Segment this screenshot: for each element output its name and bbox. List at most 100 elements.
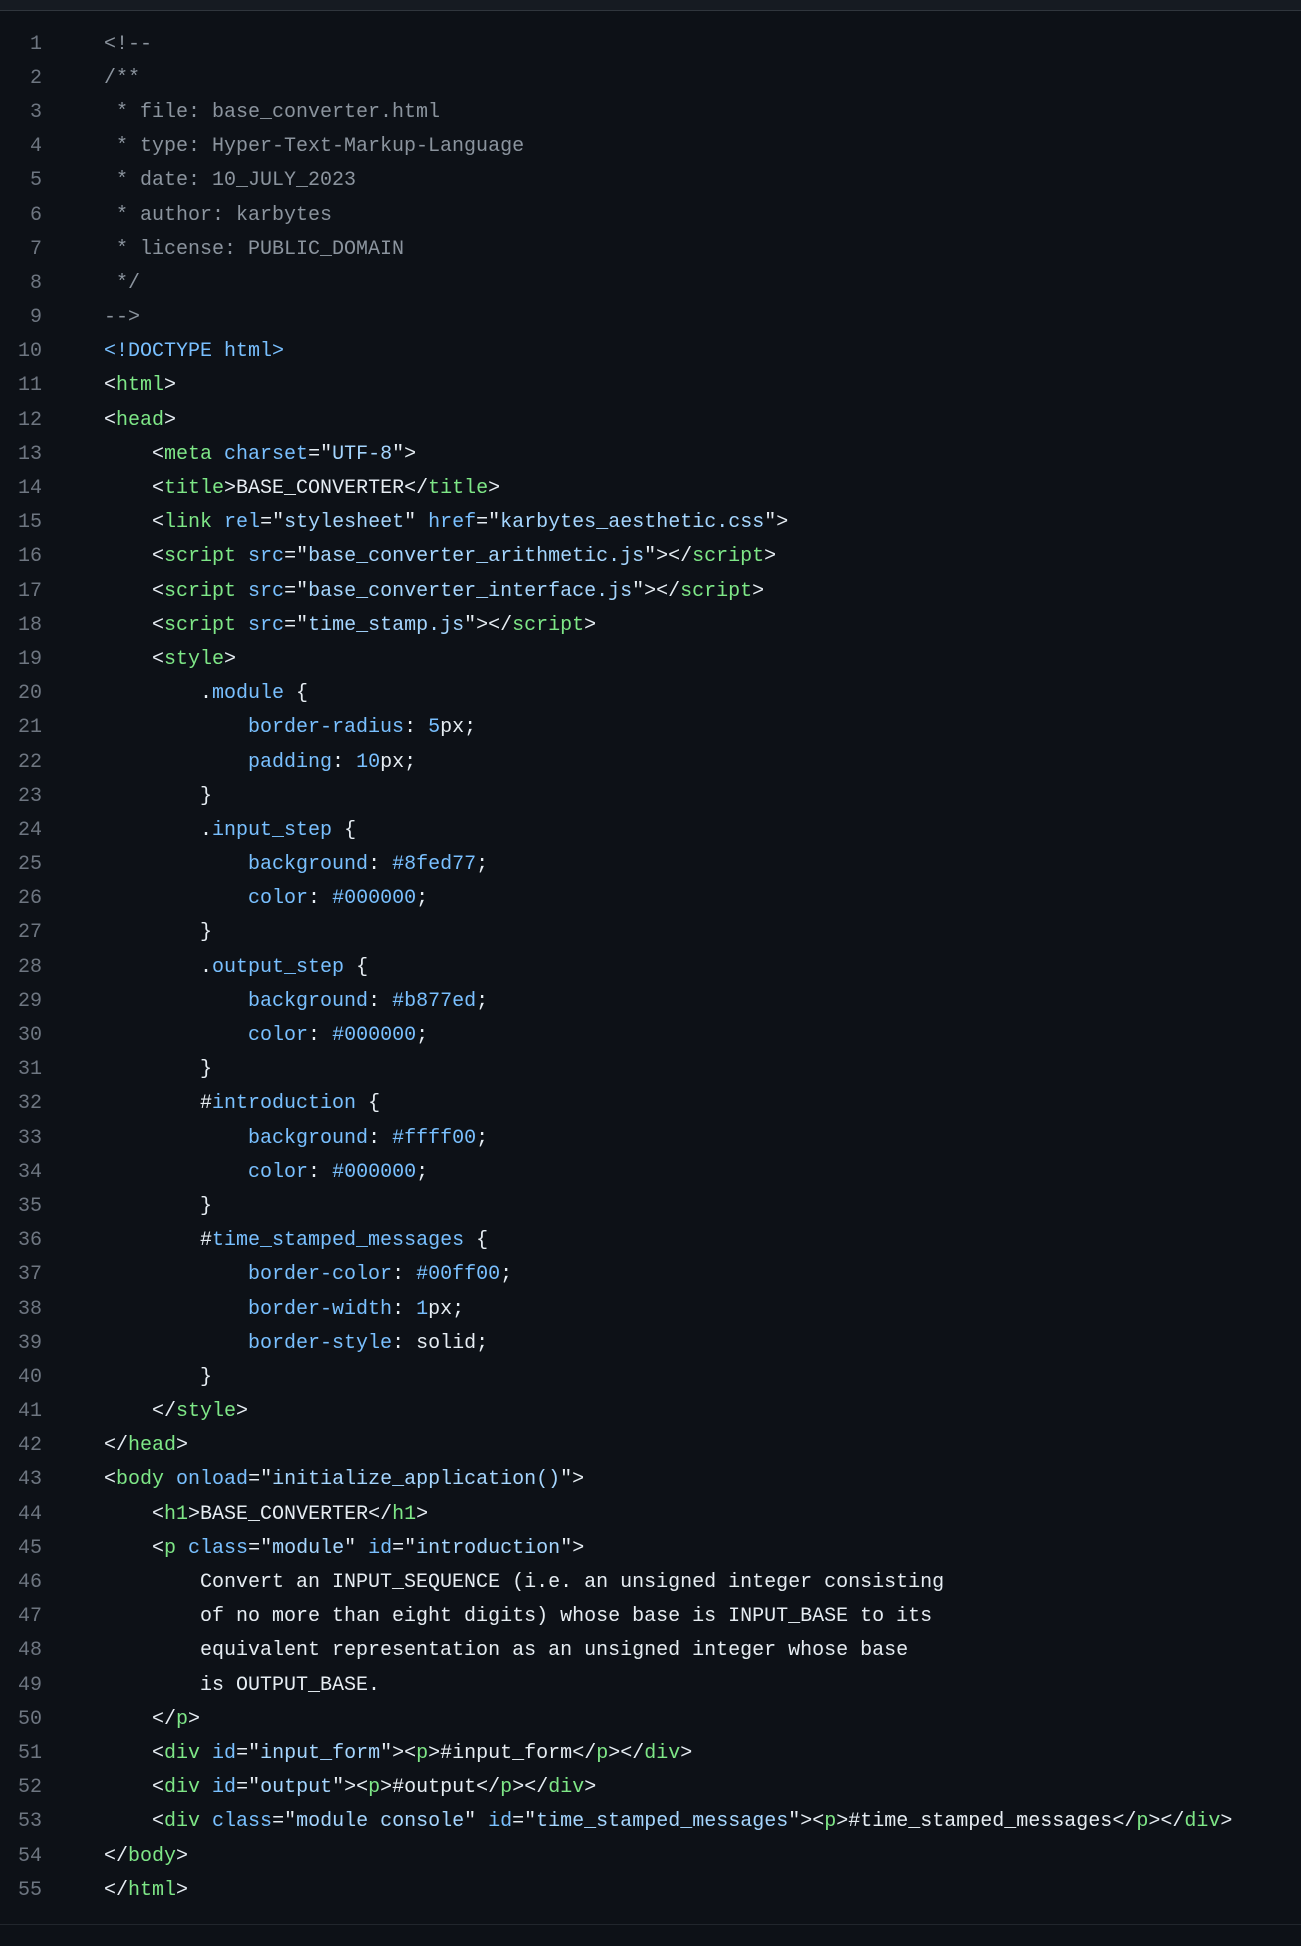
code-line[interactable]: 21 border-radius: 5px;	[0, 711, 1301, 745]
code-line[interactable]: 13 <meta charset="UTF-8">	[0, 437, 1301, 471]
code-token-punc: :	[368, 989, 393, 1013]
code-token-text: #input_form	[440, 1741, 573, 1765]
code-line[interactable]: 22 padding: 10px;	[0, 745, 1301, 779]
code-line[interactable]: 3 * file: base_converter.html	[0, 95, 1301, 129]
code-line[interactable]: 42 </head>	[0, 1429, 1301, 1463]
code-line[interactable]: 7 * license: PUBLIC_DOMAIN	[0, 232, 1301, 266]
code-line[interactable]: 36 #time_stamped_messages {	[0, 1224, 1301, 1258]
code-line[interactable]: 55 </html>	[0, 1873, 1301, 1907]
line-code: <style>	[42, 648, 236, 671]
code-token-tag: script	[164, 545, 237, 569]
code-line[interactable]: 43 <body onload="initialize_application()…	[0, 1463, 1301, 1497]
line-code: border-width: 1px;	[42, 1298, 464, 1321]
line-code: </p>	[42, 1708, 200, 1731]
code-line[interactable]: 32 #introduction {	[0, 1087, 1301, 1121]
code-line[interactable]: 24 .input_step {	[0, 813, 1301, 847]
code-line[interactable]: 53 <div class="module console" id="time_…	[0, 1805, 1301, 1839]
line-code: <link rel="stylesheet" href="karbytes_ae…	[42, 511, 788, 534]
code-line[interactable]: 17 <script src="base_converter_interface…	[0, 574, 1301, 608]
code-line[interactable]: 19 <style>	[0, 642, 1301, 676]
line-number: 15	[17, 511, 42, 535]
code-line[interactable]: 33 background: #ffff00;	[0, 1121, 1301, 1155]
code-line[interactable]: 26 color: #000000;	[0, 882, 1301, 916]
code-line[interactable]: 15 <link rel="stylesheet" href="karbytes…	[0, 506, 1301, 540]
code-token-text: of no more than eight digits) whose base…	[104, 1605, 933, 1629]
code-token-tag: title	[164, 477, 225, 501]
line-number: 7	[29, 237, 42, 261]
line-code: #time_stamped_messages {	[42, 1229, 488, 1252]
line-code: background: #b877ed;	[42, 990, 488, 1013]
code-token-punc: ;	[416, 887, 429, 911]
code-token-tag: p	[596, 1741, 609, 1765]
code-line[interactable]: 27 }	[0, 916, 1301, 950]
code-line[interactable]: 46 Convert an INPUT_SEQUENCE (i.e. an un…	[0, 1565, 1301, 1599]
code-token-attr: class	[188, 1536, 249, 1560]
code-token-punc: >	[164, 374, 177, 398]
code-token-punc: "><	[380, 1741, 417, 1765]
code-token-punc: >	[176, 1878, 189, 1902]
code-token-punc: }	[104, 784, 213, 808]
code-line[interactable]: 20 .module {	[0, 677, 1301, 711]
code-line[interactable]: 1 <!--	[0, 27, 1301, 61]
line-number: 37	[17, 1263, 42, 1287]
code-token-sel: input_step	[212, 818, 333, 842]
code-token-punc: <	[104, 408, 117, 432]
code-token-punc: .	[104, 818, 213, 842]
code-line[interactable]: 41 </style>	[0, 1395, 1301, 1429]
code-line[interactable]: 18 <script src="time_stamp.js"></script>	[0, 608, 1301, 642]
code-line[interactable]: 10 <!DOCTYPE html>	[0, 335, 1301, 369]
code-line[interactable]: 38 border-width: 1px;	[0, 1292, 1301, 1326]
code-line[interactable]: 40 }	[0, 1360, 1301, 1394]
code-line[interactable]: 6 * author: karbytes	[0, 198, 1301, 232]
code-line[interactable]: 14 <title>BASE_CONVERTER</title>	[0, 471, 1301, 505]
code-viewer[interactable]: 1 <!-- 2/** 3 * file: base_converter.html 4 …	[0, 11, 1301, 1908]
code-line[interactable]: 5 * date: 10_JULY_2023	[0, 164, 1301, 198]
code-line[interactable]: 51 <div id="input_form"><p>#input_form</…	[0, 1736, 1301, 1770]
code-line[interactable]: 31 }	[0, 1053, 1301, 1087]
code-line[interactable]: 50 </p>	[0, 1702, 1301, 1736]
code-line[interactable]: 47 of no more than eight digits) whose b…	[0, 1600, 1301, 1634]
code-line[interactable]: 44 <h1>BASE_CONVERTER</h1>	[0, 1497, 1301, 1531]
code-line[interactable]: 23 }	[0, 779, 1301, 813]
code-line[interactable]: 54 </body>	[0, 1839, 1301, 1873]
code-token-num: #8fed77	[392, 853, 477, 877]
code-token-text: BASE_CONVERTER	[200, 1502, 369, 1526]
line-number: 49	[17, 1673, 42, 1697]
code-line[interactable]: 8 */	[0, 266, 1301, 300]
code-line[interactable]: 29 background: #b877ed;	[0, 984, 1301, 1018]
code-token-sel: introduction	[212, 1092, 357, 1116]
line-code: .input_step {	[42, 819, 356, 842]
code-line[interactable]: 48 equivalent representation as an unsig…	[0, 1634, 1301, 1668]
code-line[interactable]: 16 <script src="base_converter_arithmeti…	[0, 540, 1301, 574]
code-line[interactable]: 35 }	[0, 1189, 1301, 1223]
code-line[interactable]: 12 <head>	[0, 403, 1301, 437]
code-line[interactable]: 45 <p class="module" id="introduction">	[0, 1531, 1301, 1565]
code-token-punc: }	[104, 1365, 213, 1389]
code-line[interactable]: 2 /**	[0, 61, 1301, 95]
code-token-punc: ="	[392, 1536, 417, 1560]
code-token-comment: -->	[104, 306, 141, 330]
code-line[interactable]: 11 <html>	[0, 369, 1301, 403]
code-line[interactable]: 52 <div id="output"><p>#output</p></div>	[0, 1771, 1301, 1805]
code-token-punc: "><	[788, 1810, 825, 1834]
code-token-punc: </	[572, 1741, 597, 1765]
code-line[interactable]: 4 * type: Hyper-Text-Markup-Language	[0, 130, 1301, 164]
line-number: 54	[17, 1844, 42, 1868]
code-line[interactable]: 9 -->	[0, 301, 1301, 335]
code-line[interactable]: 30 color: #000000;	[0, 1018, 1301, 1052]
code-line[interactable]: 34 color: #000000;	[0, 1155, 1301, 1189]
code-token-punc: <	[104, 1502, 165, 1526]
code-token-punc: >	[164, 408, 177, 432]
code-line[interactable]: 25 background: #8fed77;	[0, 848, 1301, 882]
code-token-punc: ="	[284, 579, 309, 603]
code-line[interactable]: 37 border-color: #00ff00;	[0, 1258, 1301, 1292]
code-token-tag: p	[368, 1776, 381, 1800]
code-token-punc: #	[104, 1229, 213, 1253]
code-line[interactable]: 49 is OUTPUT_BASE.	[0, 1668, 1301, 1702]
code-line[interactable]: 39 border-style: solid;	[0, 1326, 1301, 1360]
code-line[interactable]: 28 .output_step {	[0, 950, 1301, 984]
code-token-punc: >	[764, 545, 777, 569]
code-token-punc: </	[1112, 1810, 1137, 1834]
code-token-doctype: <!DOCTYPE html>	[104, 340, 285, 364]
